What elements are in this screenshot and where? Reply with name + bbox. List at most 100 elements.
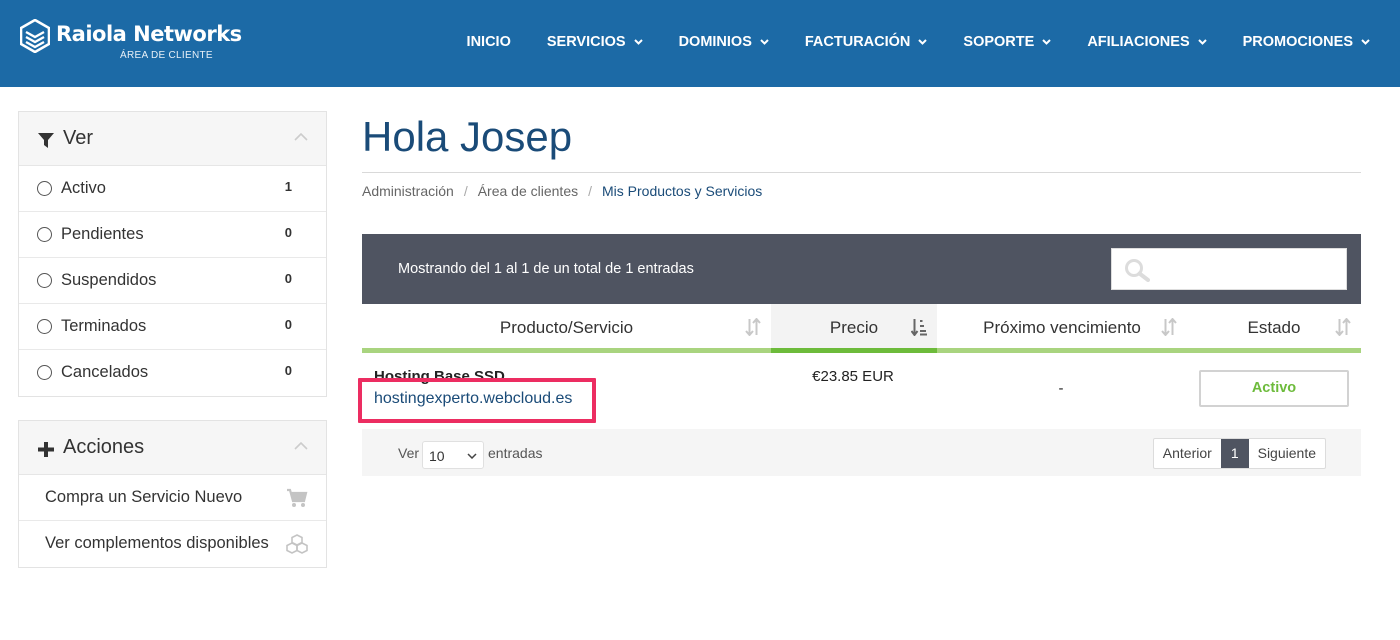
breadcrumb-item[interactable]: Área de clientes	[478, 183, 578, 199]
filter-item-cancelados[interactable]: Cancelados 0	[19, 350, 326, 396]
nav-label: SERVICIOS	[546, 33, 626, 50]
filter-count: 0	[284, 363, 292, 378]
action-label: Compra un Servicio Nuevo	[45, 488, 243, 506]
filter-item-activo[interactable]: Activo 1	[19, 166, 326, 212]
nav-label: FACTURACIÓN	[804, 33, 911, 50]
chevron-down-icon	[918, 38, 928, 45]
nav-label: SOPORTE	[963, 33, 1035, 50]
chevron-down-icon	[1042, 38, 1052, 45]
breadcrumb-item[interactable]: Administración	[362, 183, 454, 199]
nav-inicio[interactable]: INICIO	[467, 34, 511, 50]
filter-count: 0	[284, 317, 292, 332]
filter-label: Pendientes	[61, 225, 144, 243]
page-length-select[interactable]: 10	[422, 441, 484, 469]
nav-facturacion[interactable]: FACTURACIÓN	[805, 34, 928, 50]
filter-label: Terminados	[61, 317, 147, 335]
radio-button[interactable]	[37, 365, 52, 380]
breadcrumb: Administración / Área de clientes / Mis …	[362, 183, 762, 199]
pagination-next[interactable]: Siguiente	[1249, 439, 1325, 468]
sort-icon	[745, 318, 761, 336]
brand-logo[interactable]: Raiola Networks ÁREA DE CLIENTE	[20, 19, 242, 65]
filter-panel-title: Ver	[63, 127, 94, 149]
sort-icon	[1335, 318, 1351, 336]
breadcrumb-current: Mis Productos y Servicios	[602, 183, 763, 199]
filter-panel: Ver Activo 1 Pendientes 0 Suspendidos 0 …	[18, 111, 327, 397]
page-title: Hola Josep	[362, 113, 573, 160]
filter-label: Cancelados	[61, 363, 149, 381]
table-row[interactable]: Hosting Base SSD hostingexperto.webcloud…	[358, 353, 1361, 429]
top-navbar: Raiola Networks ÁREA DE CLIENTE INICIO S…	[0, 0, 1400, 87]
search-icon	[1125, 259, 1150, 282]
chevron-down-icon	[1361, 38, 1370, 45]
action-buy-service[interactable]: Compra un Servicio Nuevo	[19, 475, 326, 521]
table-search[interactable]	[1111, 248, 1347, 290]
entries-label: entradas	[488, 445, 543, 461]
filter-label: Suspendidos	[61, 271, 157, 289]
brand-subtitle: ÁREA DE CLIENTE	[120, 50, 213, 61]
filter-panel-header[interactable]: Ver	[19, 112, 326, 166]
brand-name: Raiola Networks	[56, 22, 242, 46]
breadcrumb-separator: /	[588, 183, 593, 199]
actions-panel-header[interactable]: Acciones	[19, 421, 326, 475]
product-price: €23.85 EUR	[812, 368, 894, 385]
action-label: Ver complementos disponibles	[45, 534, 269, 552]
status-badge[interactable]: Activo	[1199, 370, 1349, 407]
plus-icon	[38, 442, 54, 457]
filter-label: Activo	[61, 179, 106, 197]
page-length-value: 10	[429, 448, 445, 464]
nav-dominios[interactable]: DOMINIOS	[679, 34, 769, 50]
column-label: Producto/Servicio	[499, 318, 634, 337]
chevron-down-icon	[467, 453, 477, 459]
filter-item-terminados[interactable]: Terminados 0	[19, 304, 326, 350]
filter-item-suspendidos[interactable]: Suspendidos 0	[19, 258, 326, 304]
filter-count: 1	[284, 179, 292, 194]
nav-label: INICIO	[466, 33, 511, 50]
chevron-down-icon	[1197, 38, 1207, 45]
title-divider	[362, 172, 1361, 173]
nav-soporte[interactable]: SOPORTE	[963, 33, 1052, 50]
highlight-box	[358, 378, 596, 423]
chevron-up-icon[interactable]	[294, 133, 308, 141]
filter-item-pendientes[interactable]: Pendientes 0	[19, 212, 326, 258]
main-nav: INICIO SERVICIOS DOMINIOS FACTURACIÓN SO…	[431, 0, 1370, 83]
chevron-up-icon[interactable]	[294, 442, 308, 450]
nav-label: PROMOCIONES	[1242, 33, 1353, 50]
chevron-down-icon	[633, 38, 643, 45]
column-header-status[interactable]: Estado	[1187, 304, 1361, 353]
table-toolbar: Mostrando del 1 al 1 de un total de 1 en…	[362, 234, 1361, 304]
nav-label: DOMINIOS	[678, 33, 752, 50]
radio-button[interactable]	[37, 319, 52, 334]
filter-icon	[38, 133, 54, 148]
logo-cube-icon	[20, 19, 50, 53]
product-due-date: -	[1058, 380, 1064, 397]
pagination-page-current[interactable]: 1	[1220, 439, 1249, 468]
nav-label: AFILIACIONES	[1087, 33, 1190, 50]
table-header: Producto/Servicio Precio Próximo vencimi…	[362, 304, 1361, 353]
sort-icon	[1161, 318, 1177, 336]
filter-count: 0	[284, 271, 292, 286]
radio-button[interactable]	[37, 181, 52, 196]
search-input[interactable]	[1156, 257, 1336, 281]
column-header-due-date[interactable]: Próximo vencimiento	[937, 304, 1187, 353]
chevron-down-icon	[760, 38, 769, 45]
nav-promociones[interactable]: PROMOCIONES	[1243, 34, 1370, 50]
radio-button[interactable]	[37, 273, 52, 288]
breadcrumb-separator: /	[463, 183, 468, 199]
table-footer: Ver 10 entradas Anterior 1 Siguiente	[362, 429, 1361, 476]
sort-amount-desc-icon	[911, 319, 927, 336]
filter-count: 0	[284, 225, 292, 240]
pagination: Anterior 1 Siguiente	[1152, 438, 1326, 469]
nav-afiliaciones[interactable]: AFILIACIONES	[1087, 33, 1207, 50]
nav-servicios[interactable]: SERVICIOS	[547, 34, 643, 50]
radio-button[interactable]	[37, 227, 52, 242]
actions-panel-title: Acciones	[63, 436, 145, 458]
cubes-icon	[286, 534, 308, 554]
column-label: Próximo vencimiento	[983, 318, 1141, 337]
column-header-product[interactable]: Producto/Servicio	[362, 304, 771, 353]
action-view-addons[interactable]: Ver complementos disponibles	[19, 521, 326, 567]
cart-icon	[287, 488, 308, 507]
column-header-price[interactable]: Precio	[771, 304, 937, 353]
actions-panel: Acciones Compra un Servicio Nuevo Ver co…	[18, 420, 327, 568]
pagination-previous[interactable]: Anterior	[1154, 439, 1221, 468]
table-info: Mostrando del 1 al 1 de un total de 1 en…	[398, 261, 694, 277]
